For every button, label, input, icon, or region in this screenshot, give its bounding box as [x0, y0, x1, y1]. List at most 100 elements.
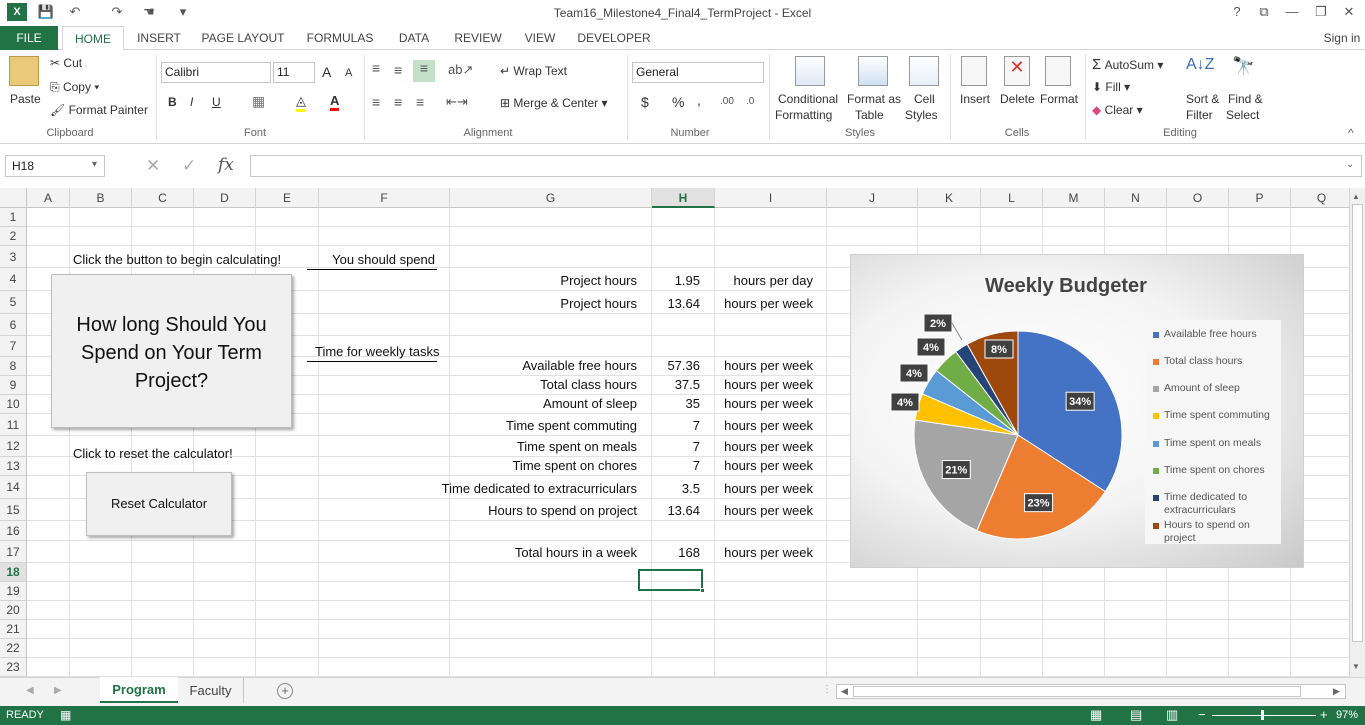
pie-chart[interactable]: Weekly Budgeter 34% 23% 21% 4% 4% 4% 2% 8% Avai… [850, 254, 1304, 568]
formula-input[interactable] [250, 155, 1362, 177]
zoom-level[interactable]: 97% [1336, 709, 1358, 721]
column-header-k[interactable]: K [918, 188, 981, 208]
row-header-20[interactable]: 20 [0, 601, 27, 620]
column-header-l[interactable]: L [981, 188, 1043, 208]
sign-in-link[interactable]: Sign in [1322, 26, 1362, 50]
row-header-6[interactable]: 6 [0, 314, 27, 336]
row-header-21[interactable]: 21 [0, 620, 27, 639]
scroll-right-icon[interactable]: ▶ [1333, 686, 1340, 697]
select-all-corner[interactable] [0, 188, 27, 208]
hscroll-thumb[interactable] [853, 686, 1301, 697]
font-size-dropdown[interactable]: 11 [273, 62, 315, 83]
row-header-9[interactable]: 9 [0, 376, 27, 395]
row-header-14[interactable]: 14 [0, 476, 27, 499]
delete-cells-icon[interactable]: ✕ [1004, 56, 1030, 86]
font-name-dropdown[interactable]: Calibri [161, 62, 271, 83]
row-header-10[interactable]: 10 [0, 395, 27, 414]
collapse-ribbon-icon[interactable]: ^ [1348, 126, 1354, 140]
row-header-15[interactable]: 15 [0, 499, 27, 521]
row-header-16[interactable]: 16 [0, 521, 27, 541]
row-header-4[interactable]: 4 [0, 268, 27, 291]
currency-button[interactable]: $ [641, 94, 649, 110]
delete-cells-button[interactable]: Delete [1000, 92, 1035, 106]
worksheet-grid[interactable]: ABCDEFGHIJKLMNOPQ 1 2 3 4 5 6 7 8 9 10 11 12 13 14 15 1… [0, 188, 1349, 677]
borders-icon[interactable]: ▦ [252, 93, 265, 110]
row-header-5[interactable]: 5 [0, 291, 27, 314]
row-header-13[interactable]: 13 [0, 457, 27, 476]
font-color-icon[interactable]: A [330, 93, 340, 111]
find-select-label2[interactable]: Select [1226, 108, 1259, 122]
tab-file[interactable]: FILE [0, 26, 58, 50]
row-header-2[interactable]: 2 [0, 227, 27, 246]
cell-styles-label2[interactable]: Styles [905, 108, 938, 122]
column-header-i[interactable]: I [715, 188, 827, 208]
italic-button[interactable]: I [190, 95, 193, 109]
column-header-f[interactable]: F [319, 188, 450, 208]
zoom-slider[interactable] [1212, 715, 1316, 716]
minimize-icon[interactable]: — [1281, 3, 1303, 21]
wrap-text-button[interactable]: Wrap Text [513, 64, 567, 78]
format-cells-icon[interactable] [1045, 56, 1071, 86]
scroll-thumb[interactable] [1352, 204, 1363, 642]
column-header-n[interactable]: N [1105, 188, 1167, 208]
calculate-button[interactable]: How long Should You Spend on Your Term P… [51, 274, 292, 428]
column-header-m[interactable]: M [1043, 188, 1105, 208]
row-header-7[interactable]: 7 [0, 336, 27, 357]
tab-developer[interactable]: DEVELOPER [572, 26, 656, 50]
column-header-o[interactable]: O [1167, 188, 1229, 208]
close-icon[interactable]: ✕ [1338, 3, 1360, 21]
insert-function-icon[interactable]: fx [218, 155, 234, 175]
column-header-c[interactable]: C [132, 188, 194, 208]
grow-font-icon[interactable]: A [322, 64, 331, 80]
conditional-formatting-button[interactable]: Conditional [778, 92, 838, 106]
scroll-left-icon[interactable]: ◀ [841, 686, 848, 697]
row-header-1[interactable]: 1 [0, 208, 27, 227]
next-sheet-icon[interactable]: ▶ [54, 685, 62, 696]
cancel-icon[interactable]: ✕ [146, 156, 160, 176]
align-bottom-icon[interactable]: ≡ [413, 60, 435, 82]
find-select-icon[interactable]: 🔭 [1232, 56, 1254, 77]
page-break-view-icon[interactable]: ▥ [1166, 707, 1178, 723]
decrease-decimal-icon[interactable]: .0 [746, 96, 754, 107]
zoom-slider-thumb[interactable] [1261, 710, 1264, 720]
conditional-formatting-icon[interactable] [795, 56, 825, 86]
row-header-23[interactable]: 23 [0, 658, 27, 677]
column-header-q[interactable]: Q [1291, 188, 1349, 208]
prev-sheet-icon[interactable]: ◀ [26, 685, 34, 696]
align-left-icon[interactable]: ≡ [372, 94, 380, 110]
format-as-table-icon[interactable] [858, 56, 888, 86]
find-select-button[interactable]: Find & [1228, 92, 1263, 106]
merge-center-button[interactable]: Merge & Center [513, 96, 598, 110]
orientation-icon[interactable]: ab↗ [448, 62, 473, 78]
page-layout-view-icon[interactable]: ▤ [1130, 707, 1142, 723]
tab-data[interactable]: DATA [390, 26, 438, 50]
sheet-tab-faculty[interactable]: Faculty [178, 678, 244, 703]
column-header-d[interactable]: D [194, 188, 256, 208]
name-box-dropdown-icon[interactable]: ▾ [92, 159, 97, 170]
help-icon[interactable]: ? [1226, 3, 1248, 21]
enter-icon[interactable]: ✓ [182, 156, 196, 176]
maximize-icon[interactable]: ❐ [1310, 3, 1332, 21]
tab-review[interactable]: REVIEW [447, 26, 509, 50]
bold-button[interactable]: B [168, 95, 177, 109]
sheet-tab-program[interactable]: Program [100, 677, 178, 703]
tab-formulas[interactable]: FORMULAS [300, 26, 380, 50]
active-cell-h18[interactable] [638, 569, 703, 591]
row-header-11[interactable]: 11 [0, 414, 27, 436]
zoom-in-icon[interactable]: + [1320, 707, 1328, 722]
underline-button[interactable]: U [212, 95, 221, 109]
normal-view-icon[interactable]: ▦ [1090, 707, 1102, 723]
sort-filter-button[interactable]: Sort & [1186, 92, 1219, 106]
number-format-dropdown[interactable]: General [632, 62, 764, 83]
fill-color-icon[interactable]: ◬ [296, 93, 306, 112]
autosum-button[interactable]: AutoSum [1105, 58, 1154, 72]
shrink-font-icon[interactable]: A [345, 67, 352, 79]
tab-home[interactable]: HOME [62, 26, 124, 51]
cut-button[interactable]: Cut [63, 56, 82, 70]
fill-handle[interactable] [700, 588, 705, 593]
row-header-19[interactable]: 19 [0, 582, 27, 601]
ribbon-display-icon[interactable]: ⧉ [1253, 3, 1275, 21]
format-cells-button[interactable]: Format [1040, 92, 1078, 106]
insert-cells-button[interactable]: Insert [960, 92, 990, 106]
column-header-h[interactable]: H [652, 188, 715, 208]
